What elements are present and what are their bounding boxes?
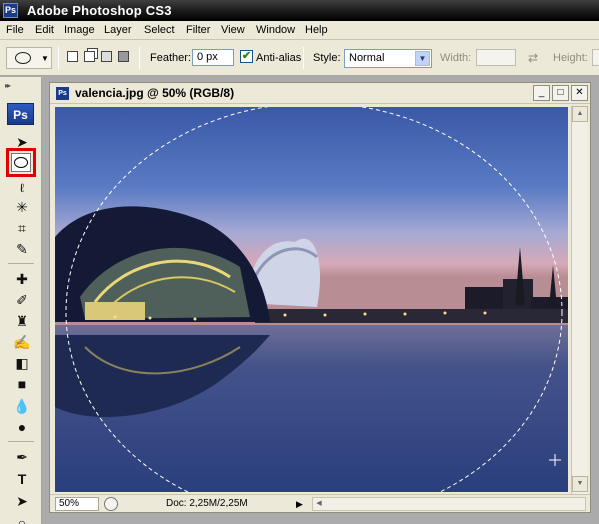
photoshop-logo-icon: Ps bbox=[3, 3, 18, 18]
style-select[interactable]: Normal ▼ bbox=[344, 49, 432, 68]
intersect-selection-icon[interactable] bbox=[118, 51, 129, 62]
add-to-selection-icon[interactable] bbox=[84, 51, 95, 62]
divider bbox=[8, 441, 34, 442]
magic-wand-tool-icon[interactable]: ✳ bbox=[10, 197, 34, 217]
style-label: Style: bbox=[313, 52, 341, 64]
document-icon: Ps bbox=[56, 87, 69, 100]
vertical-scrollbar[interactable]: ▲ ▼ bbox=[571, 106, 588, 494]
divider bbox=[58, 47, 59, 69]
new-selection-icon[interactable] bbox=[67, 51, 78, 62]
valencia-photo bbox=[55, 107, 568, 492]
clock-icon[interactable] bbox=[104, 497, 118, 511]
chevron-down-icon: ▼ bbox=[41, 54, 49, 63]
document-title-bar[interactable]: Ps valencia.jpg @ 50% (RGB/8) _ □ ✕ bbox=[50, 83, 590, 104]
pen-tool-icon[interactable]: ✒ bbox=[10, 447, 34, 467]
app-title: Adobe Photoshop CS3 bbox=[27, 3, 172, 18]
horizontal-scrollbar[interactable]: ◀ bbox=[312, 497, 586, 511]
gradient-tool-icon[interactable]: ■ bbox=[10, 374, 34, 394]
elliptical-marquee-tool[interactable] bbox=[11, 153, 31, 172]
close-button[interactable]: ✕ bbox=[571, 85, 588, 101]
divider bbox=[303, 47, 304, 69]
chevron-down-icon: ▼ bbox=[415, 51, 430, 66]
document-window: Ps valencia.jpg @ 50% (RGB/8) _ □ ✕ ▲ ▼ … bbox=[49, 82, 591, 513]
document-title: valencia.jpg @ 50% (RGB/8) bbox=[75, 86, 235, 100]
width-input[interactable] bbox=[476, 49, 516, 66]
style-value: Normal bbox=[349, 52, 385, 64]
ps-logo-icon[interactable]: Ps bbox=[7, 103, 34, 125]
brush-tool-icon[interactable]: ✐ bbox=[10, 290, 34, 310]
ellipse-icon bbox=[14, 157, 28, 168]
scroll-up-icon[interactable]: ▲ bbox=[572, 106, 588, 122]
app-title-bar: Ps Adobe Photoshop CS3 bbox=[0, 0, 599, 21]
menu-window[interactable]: Window bbox=[256, 24, 295, 36]
menu-filter[interactable]: Filter bbox=[186, 24, 210, 36]
menu-layer[interactable]: Layer bbox=[104, 24, 132, 36]
clone-stamp-icon[interactable]: ♜ bbox=[10, 311, 34, 331]
menu-file[interactable]: File bbox=[6, 24, 24, 36]
menu-select[interactable]: Select bbox=[144, 24, 175, 36]
menu-edit[interactable]: Edit bbox=[35, 24, 54, 36]
toolbox: ▸▸ Ps ➤ ℓ ✳ ⌗ ✎ ✚ ✐ ♜ ✍ ◧ ■ 💧 ● ✒ T ➤ ○ bbox=[0, 77, 42, 524]
height-label: Height: bbox=[553, 52, 588, 64]
menu-view[interactable]: View bbox=[221, 24, 245, 36]
antialias-label: Anti-alias bbox=[256, 52, 302, 64]
options-bar: ▼ Feather: 0 px ✔ Anti-alias Style: Norm… bbox=[0, 40, 599, 76]
ellipse-marquee-icon bbox=[15, 52, 31, 64]
feather-label: Feather: bbox=[150, 52, 191, 64]
history-brush-icon[interactable]: ✍ bbox=[10, 332, 34, 352]
height-input[interactable] bbox=[592, 49, 599, 66]
width-label: Width: bbox=[440, 52, 472, 64]
zoom-input[interactable]: 50% bbox=[55, 497, 99, 511]
doc-size-info: Doc: 2,25M/2,25M bbox=[166, 498, 248, 509]
divider bbox=[8, 263, 34, 264]
subtract-from-selection-icon[interactable] bbox=[101, 51, 112, 62]
antialias-checkbox[interactable]: ✔ bbox=[240, 50, 253, 63]
menu-help[interactable]: Help bbox=[305, 24, 328, 36]
scroll-down-icon[interactable]: ▼ bbox=[572, 476, 588, 492]
image-canvas[interactable] bbox=[55, 107, 568, 492]
eraser-tool-icon[interactable]: ◧ bbox=[10, 353, 34, 373]
dodge-tool-icon[interactable]: ● bbox=[10, 417, 34, 437]
menu-bar: File Edit Image Layer Select Filter View… bbox=[0, 21, 599, 40]
shape-tool-icon[interactable]: ○ bbox=[10, 513, 34, 524]
menu-image[interactable]: Image bbox=[64, 24, 95, 36]
slice-tool-icon[interactable]: ✎ bbox=[10, 239, 34, 259]
scroll-left-icon[interactable]: ◀ bbox=[313, 498, 325, 510]
crop-tool-icon[interactable]: ⌗ bbox=[10, 218, 34, 238]
tool-preset-picker[interactable]: ▼ bbox=[6, 47, 52, 69]
divider bbox=[139, 47, 140, 69]
path-selection-icon[interactable]: ➤ bbox=[10, 491, 34, 511]
panel-grip-icon[interactable]: ▸▸ bbox=[5, 81, 11, 90]
minimize-button[interactable]: _ bbox=[533, 85, 550, 101]
status-bar: 50% Doc: 2,25M/2,25M ▶ ◀ bbox=[50, 494, 590, 512]
blur-tool-icon[interactable]: 💧 bbox=[10, 396, 34, 416]
type-tool-icon[interactable]: T bbox=[10, 469, 34, 489]
swap-icon[interactable]: ⇄ bbox=[528, 51, 538, 65]
lasso-tool-icon[interactable]: ℓ bbox=[10, 178, 34, 198]
maximize-button[interactable]: □ bbox=[552, 85, 569, 101]
healing-brush-icon[interactable]: ✚ bbox=[10, 269, 34, 289]
status-menu-arrow-icon[interactable]: ▶ bbox=[296, 497, 308, 511]
feather-input[interactable]: 0 px bbox=[192, 49, 234, 66]
